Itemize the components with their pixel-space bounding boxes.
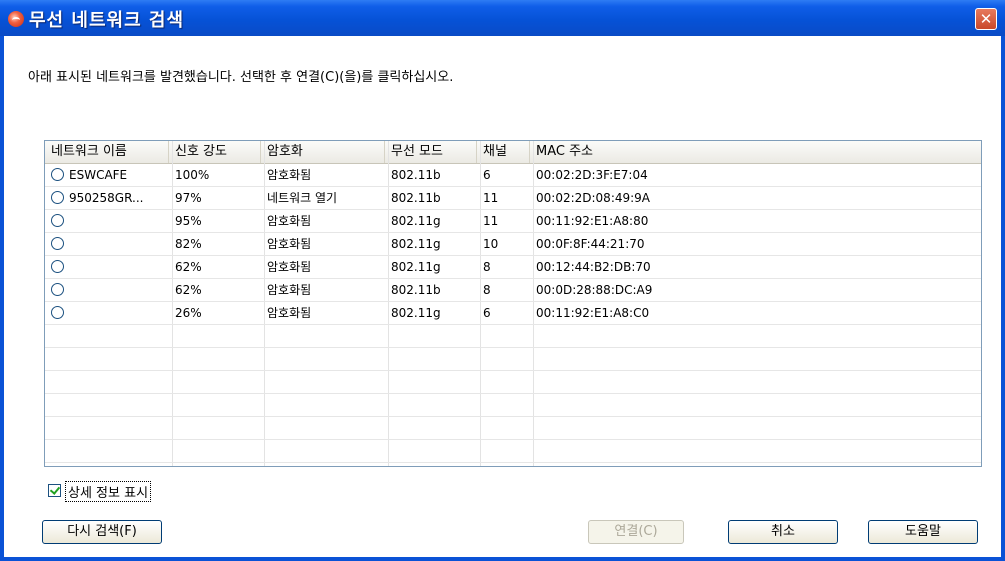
signal-strength: 26% (175, 306, 202, 320)
network-name (63, 279, 169, 301)
table-row[interactable]: 82% 암호화됨 802.11g 10 00:0F:8F:44:21:70 (45, 233, 981, 256)
list-header: 네트워크 이름 신호 강도 암호화 무선 모드 채널 MAC 주소 (45, 141, 981, 164)
radio-mode: 802.11g (391, 260, 441, 274)
encryption: 암호화됨 (267, 306, 312, 320)
mac-address: 00:12:44:B2:DB:70 (536, 260, 651, 274)
show-details-label[interactable]: 상세 정보 표시 (65, 481, 152, 502)
network-name (63, 256, 169, 278)
help-button[interactable]: 도움말 (868, 520, 978, 544)
mac-address: 00:11:92:E1:A8:80 (536, 214, 649, 228)
connect-button[interactable]: 연결(C) (588, 520, 684, 544)
column-header-signal[interactable]: 신호 강도 (169, 141, 261, 163)
channel: 6 (483, 306, 491, 320)
column-header-mac[interactable]: MAC 주소 (530, 141, 981, 163)
channel: 6 (483, 168, 491, 182)
dialog-window: 무선 네트워크 검색 ✕ 아래 표시된 네트워크를 발견했습니다. 선택한 후 … (0, 0, 1005, 561)
radio-mode: 802.11g (391, 214, 441, 228)
window-title: 무선 네트워크 검색 (29, 10, 185, 31)
channel: 11 (483, 214, 499, 228)
signal-strength: 97% (175, 191, 202, 205)
close-button[interactable]: ✕ (975, 8, 997, 30)
network-name: ESWCAFE (69, 168, 128, 182)
mac-address: 00:0D:28:88:DC:A9 (536, 283, 653, 297)
channel: 10 (483, 237, 499, 251)
empty-row (45, 417, 981, 440)
mac-address: 00:0F:8F:44:21:70 (536, 237, 645, 251)
encryption: 네트워크 열기 (267, 191, 338, 205)
empty-row (45, 440, 981, 463)
network-name (63, 233, 169, 255)
title-bar[interactable]: 무선 네트워크 검색 ✕ (0, 0, 1005, 36)
signal-strength: 62% (175, 260, 202, 274)
wireless-app-icon (8, 11, 24, 27)
radio-mode: 802.11b (391, 168, 441, 182)
radio-mode: 802.11g (391, 306, 441, 320)
network-name: 950258GR... (69, 191, 144, 205)
network-name (63, 302, 169, 324)
channel: 8 (483, 283, 491, 297)
encryption: 암호화됨 (267, 260, 312, 274)
channel: 11 (483, 191, 499, 205)
table-row[interactable]: 62% 암호화됨 802.11b 8 00:0D:28:88:DC:A9 (45, 279, 981, 302)
signal-strength: 100% (175, 168, 210, 182)
signal-strength: 62% (175, 283, 202, 297)
column-header-name[interactable]: 네트워크 이름 (45, 141, 169, 163)
column-header-encryption[interactable]: 암호화 (261, 141, 385, 163)
empty-row (45, 348, 981, 371)
column-header-mode[interactable]: 무선 모드 (385, 141, 477, 163)
radio-mode: 802.11g (391, 237, 441, 251)
empty-row (45, 325, 981, 348)
table-row[interactable]: 95% 암호화됨 802.11g 11 00:11:92:E1:A8:80 (45, 210, 981, 233)
encryption: 암호화됨 (267, 283, 312, 297)
list-rows: ESWCAFE 100% 암호화됨 802.11b 6 00:02:2D:3F:… (45, 164, 981, 463)
table-row[interactable]: ESWCAFE 100% 암호화됨 802.11b 6 00:02:2D:3F:… (45, 164, 981, 187)
mac-address: 00:11:92:E1:A8:C0 (536, 306, 650, 320)
dialog-body: 아래 표시된 네트워크를 발견했습니다. 선택한 후 연결(C)(을)를 클릭하… (4, 36, 1001, 557)
signal-strength: 95% (175, 214, 202, 228)
network-name (63, 210, 169, 232)
mac-address: 00:02:2D:3F:E7:04 (536, 168, 648, 182)
cancel-button[interactable]: 취소 (728, 520, 838, 544)
network-list[interactable]: 네트워크 이름 신호 강도 암호화 무선 모드 채널 MAC 주소 ESWCAF… (44, 140, 982, 467)
mac-address: 00:02:2D:08:49:9A (536, 191, 651, 205)
rescan-button[interactable]: 다시 검색(F) (42, 520, 162, 544)
radio-mode: 802.11b (391, 283, 441, 297)
show-details-checkbox[interactable] (48, 484, 61, 497)
table-row[interactable]: 62% 암호화됨 802.11g 8 00:12:44:B2:DB:70 (45, 256, 981, 279)
table-row[interactable]: 950258GR... 97% 네트워크 열기 802.11b 11 00:02… (45, 187, 981, 210)
encryption: 암호화됨 (267, 237, 312, 251)
radio-mode: 802.11b (391, 191, 441, 205)
column-header-channel[interactable]: 채널 (477, 141, 530, 163)
empty-row (45, 394, 981, 417)
signal-strength: 82% (175, 237, 202, 251)
table-row[interactable]: 26% 암호화됨 802.11g 6 00:11:92:E1:A8:C0 (45, 302, 981, 325)
encryption: 암호화됨 (267, 168, 312, 182)
encryption: 암호화됨 (267, 214, 312, 228)
instruction-text: 아래 표시된 네트워크를 발견했습니다. 선택한 후 연결(C)(을)를 클릭하… (28, 70, 454, 85)
channel: 8 (483, 260, 491, 274)
empty-row (45, 371, 981, 394)
